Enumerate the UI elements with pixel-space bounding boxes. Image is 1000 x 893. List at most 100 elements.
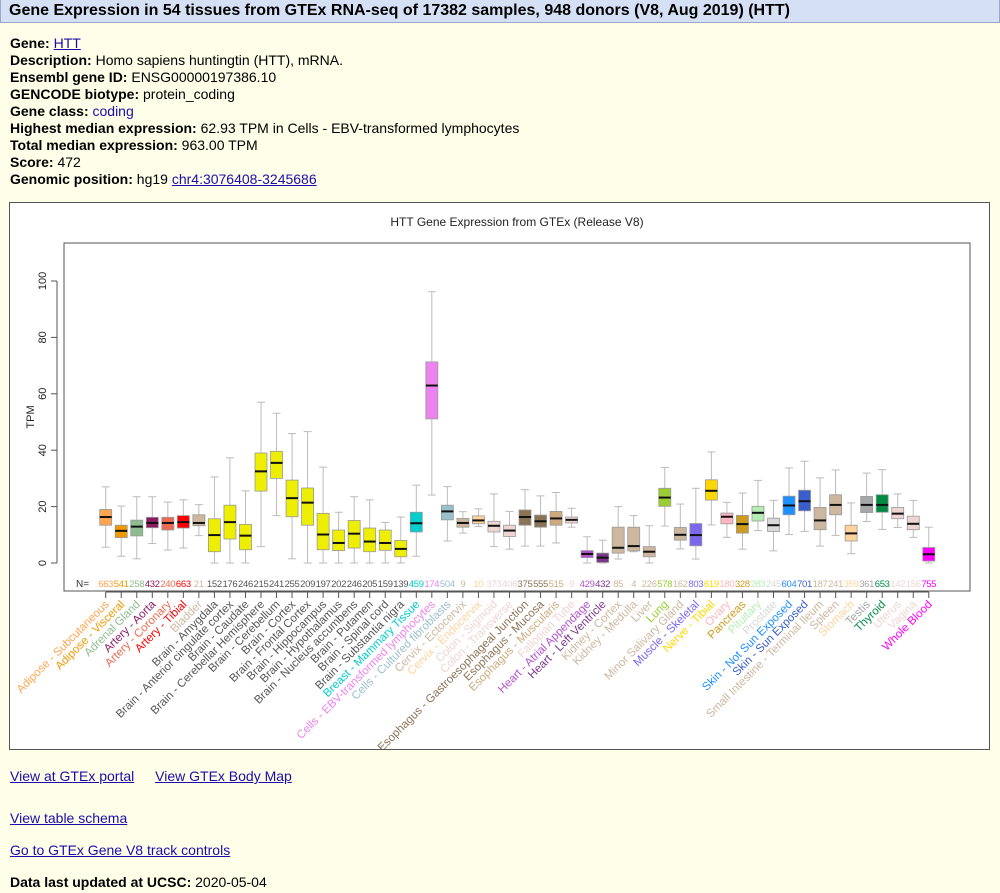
sample-count: 701: [797, 579, 812, 590]
info-row: Ensembl gene ID: ENSG00000197386.10: [10, 69, 519, 86]
sample-count: 245: [766, 579, 781, 590]
box-cells-cultured-fibroblasts: [440, 486, 454, 542]
box-brain-substantia-nigra: [394, 516, 408, 564]
gtex-portal-link[interactable]: View at GTEx portal: [10, 768, 134, 784]
box-iqr: [363, 527, 377, 553]
sample-count: 375: [518, 579, 533, 590]
sample-count: 619: [704, 579, 719, 590]
sample-count: 555: [533, 579, 548, 590]
info-label: Total median expression:: [10, 137, 178, 153]
info-value: hg19: [136, 171, 168, 187]
box-pancreas: [736, 492, 749, 550]
info-row: GENCODE biotype: protein_coding: [10, 86, 519, 103]
box-muscle-skeletal: [689, 487, 703, 560]
info-value: 472: [57, 154, 81, 170]
info-label: Score:: [10, 154, 54, 170]
sample-count: 215: [254, 579, 269, 590]
info-row: Gene: HTT: [10, 35, 519, 52]
sample-count: 359: [844, 579, 859, 590]
sample-count: 755: [921, 579, 936, 590]
info-label: Ensembl gene ID:: [10, 69, 128, 85]
box-pituitary: [751, 479, 765, 532]
box-prostate: [767, 499, 780, 552]
info-label: GENCODE biotype:: [10, 86, 140, 102]
sample-count: 9: [569, 579, 574, 590]
sample-count: 515: [549, 579, 564, 590]
box-iqr: [409, 511, 423, 533]
y-tick-label: 0: [37, 560, 49, 566]
box-iqr: [720, 512, 734, 525]
box-brain-hypothalamus: [332, 511, 346, 564]
table-schema-link[interactable]: View table schema: [10, 810, 127, 826]
info-row: Genomic position: hg19 chr4:3076408-3245…: [10, 171, 519, 188]
box-cells-ebv-transformed-lymphocytes: [425, 291, 439, 496]
box-brain-spinal-cord: [378, 521, 392, 564]
sample-count: 241: [269, 579, 284, 590]
gene-link[interactable]: HTT: [54, 35, 81, 51]
info-label: Description:: [10, 52, 92, 68]
y-axis-label: TPM: [25, 405, 37, 428]
box-ovary: [720, 501, 734, 538]
box-brain-cerebellar-hemisphere: [254, 401, 268, 548]
box-iqr: [301, 487, 314, 526]
box-nerve-tibial: [704, 451, 718, 526]
sample-count: 246: [347, 579, 362, 590]
info-label: Gene:: [10, 35, 50, 51]
sample-count: 156: [906, 579, 921, 590]
sample-count: 21: [194, 579, 204, 590]
info-row: Highest median expression: 62.93 TPM in …: [10, 120, 519, 137]
box-adipose-subcutaneous: [99, 486, 113, 548]
box-stomach: [844, 502, 858, 555]
box-artery-tibial: [176, 499, 190, 549]
y-tick-label: 60: [37, 388, 49, 400]
box-brain-nucleus-accumbens: [347, 496, 361, 564]
box-testis: [860, 472, 874, 523]
sample-count: 653: [875, 579, 890, 590]
box-esophagus-muscularis: [549, 492, 563, 544]
info-value: 963.00 TPM: [181, 137, 258, 153]
box-adipose-visceral: [114, 505, 128, 557]
genomic-position-link[interactable]: chr4:3076408-3245686: [172, 171, 317, 187]
box-liver: [642, 525, 656, 564]
box-cervix-ectocervix: [456, 511, 470, 534]
sample-count: 241: [828, 579, 843, 590]
box-thyroid: [875, 469, 889, 530]
sample-count: 174: [424, 579, 439, 590]
info-label: Genomic position:: [10, 171, 133, 187]
sample-count: 209: [300, 579, 315, 590]
boxplot-chart: HTT Gene Expression from GTEx (Release V…: [15, 215, 971, 754]
box-iqr: [875, 494, 889, 513]
track-controls-link[interactable]: Go to GTEx Gene V8 track controls: [10, 842, 230, 858]
box-esophagus-mucosa: [534, 495, 547, 547]
box-artery-aorta: [145, 496, 159, 545]
box-iqr: [627, 526, 641, 552]
y-tick-label: 80: [37, 331, 49, 343]
sample-count: 85: [613, 579, 623, 590]
box-iqr: [130, 519, 144, 537]
sample-count: 162: [673, 579, 688, 590]
gtex-body-map-link[interactable]: View GTEx Body Map: [155, 768, 292, 784]
y-tick-label: 40: [37, 444, 49, 456]
info-value: protein_coding: [143, 86, 235, 102]
box-lung: [658, 466, 672, 527]
sample-count: 406: [502, 579, 517, 590]
updated-label: Data last updated at UCSC:: [10, 874, 192, 890]
info-value: Homo sapiens huntingtin (HTT), mRNA.: [95, 52, 343, 68]
sample-count: 429: [580, 579, 595, 590]
box-colon-sigmoid: [487, 493, 501, 548]
box-iqr: [192, 514, 206, 527]
sample-count: 246: [238, 579, 253, 590]
box-cervix-endocervix: [472, 508, 485, 528]
sample-count: 180: [719, 579, 734, 590]
box-kidney-cortex: [611, 506, 625, 560]
box-heart-atrial-appendage: [580, 536, 594, 564]
box-bladder: [192, 504, 206, 537]
sample-count: 432: [145, 579, 160, 590]
box-brain-cerebellum: [270, 412, 283, 517]
info-row: Score: 472: [10, 154, 519, 171]
sample-count: 187: [813, 579, 828, 590]
box-iqr: [316, 512, 330, 551]
sample-count: 361: [859, 579, 874, 590]
sample-count: 9: [460, 579, 465, 590]
sample-count: 541: [114, 579, 129, 590]
